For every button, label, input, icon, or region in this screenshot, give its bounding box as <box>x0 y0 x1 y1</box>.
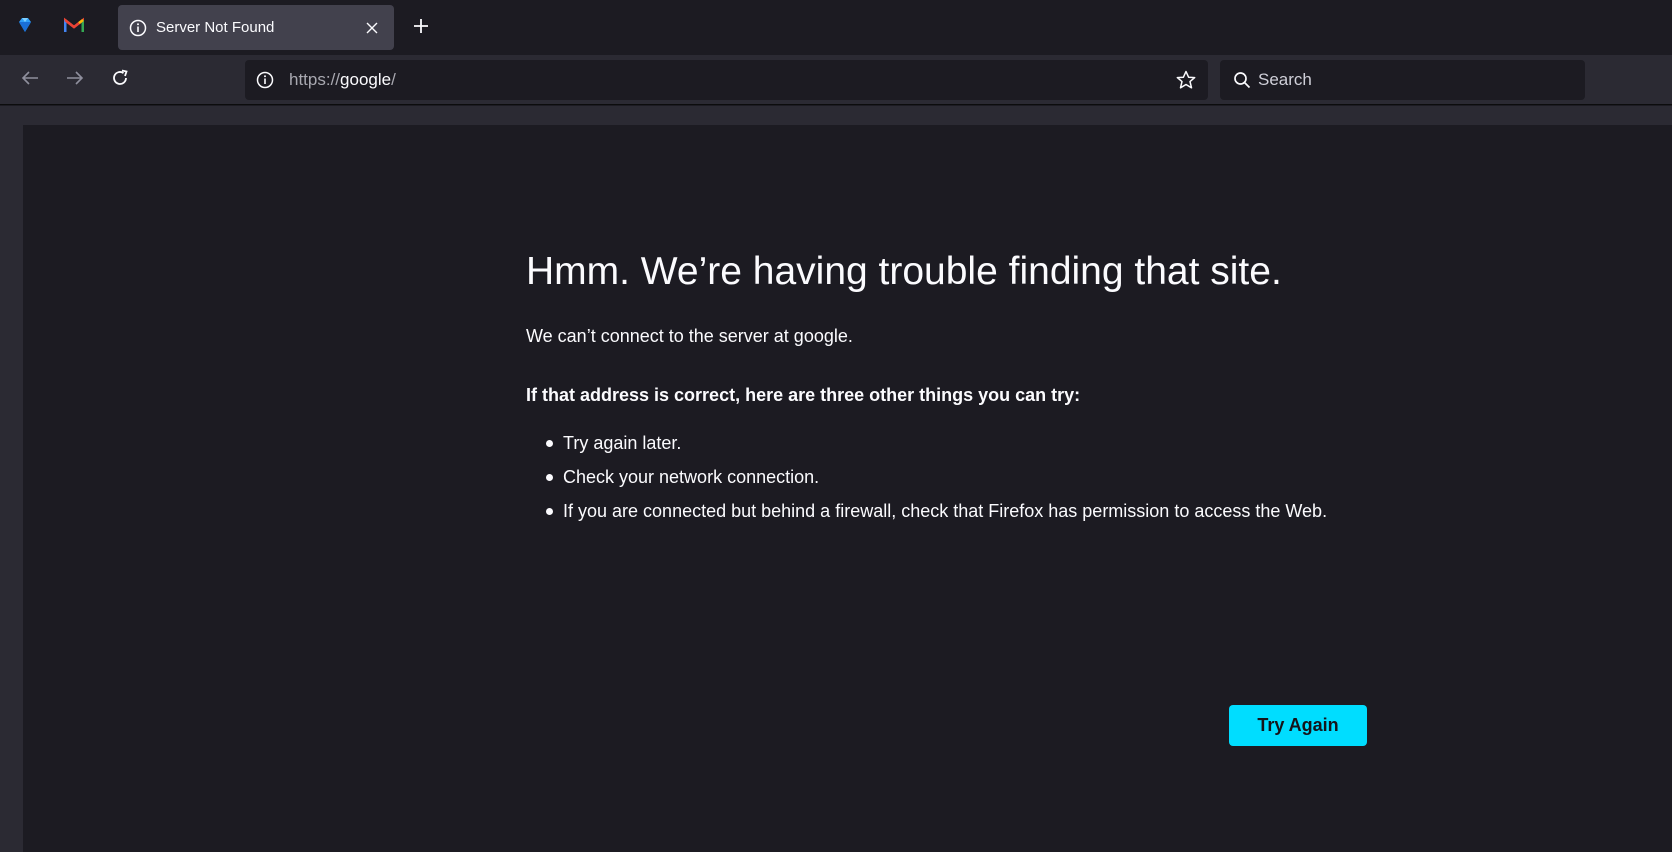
reload-button[interactable] <box>104 64 136 96</box>
site-info-icon[interactable] <box>255 70 275 90</box>
error-title: Hmm. We’re having trouble finding that s… <box>526 250 1282 293</box>
error-container: Hmm. We’re having trouble finding that s… <box>526 250 1376 528</box>
url-path: / <box>391 70 396 89</box>
search-bar[interactable] <box>1220 60 1585 100</box>
list-item: Check your network connection. <box>546 460 1376 494</box>
arrow-left-icon <box>21 70 39 91</box>
error-description: We can’t connect to the server at google… <box>526 326 853 346</box>
pinned-tab-gmail[interactable] <box>54 9 94 45</box>
pinned-tab-gem[interactable] <box>5 9 45 45</box>
try-again-button[interactable]: Try Again <box>1229 705 1367 746</box>
gem-icon <box>16 16 34 39</box>
list-item: If you are connected but behind a firewa… <box>546 494 1376 528</box>
close-icon[interactable] <box>358 14 386 42</box>
search-icon <box>1232 70 1252 90</box>
plus-icon <box>413 18 429 39</box>
url-host: google <box>340 70 392 89</box>
tab-title: Server Not Found <box>156 19 275 36</box>
url-bar[interactable]: https://google/ <box>245 60 1208 100</box>
tab-strip: Server Not Found <box>0 0 1672 55</box>
suggestions-list: Try again later. Check your network conn… <box>546 426 1376 528</box>
info-icon <box>128 18 148 38</box>
navigation-toolbar: https://google/ <box>0 55 1672 105</box>
content-left-border <box>0 106 23 852</box>
forward-button[interactable] <box>59 64 91 96</box>
gmail-icon <box>63 16 85 38</box>
new-tab-button[interactable] <box>405 12 437 44</box>
search-input[interactable] <box>1258 70 1558 90</box>
arrow-right-icon <box>66 70 84 91</box>
back-button[interactable] <box>14 64 46 96</box>
suggestions-heading: If that address is correct, here are thr… <box>526 385 1081 405</box>
url-text[interactable]: https://google/ <box>289 70 1170 90</box>
list-item: Try again later. <box>546 426 1376 460</box>
bookmark-star-icon[interactable] <box>1170 64 1202 96</box>
url-scheme: https:// <box>289 70 341 89</box>
content-top-border <box>0 106 1672 125</box>
reload-icon <box>111 69 129 92</box>
tab-server-not-found[interactable]: Server Not Found <box>118 5 394 50</box>
